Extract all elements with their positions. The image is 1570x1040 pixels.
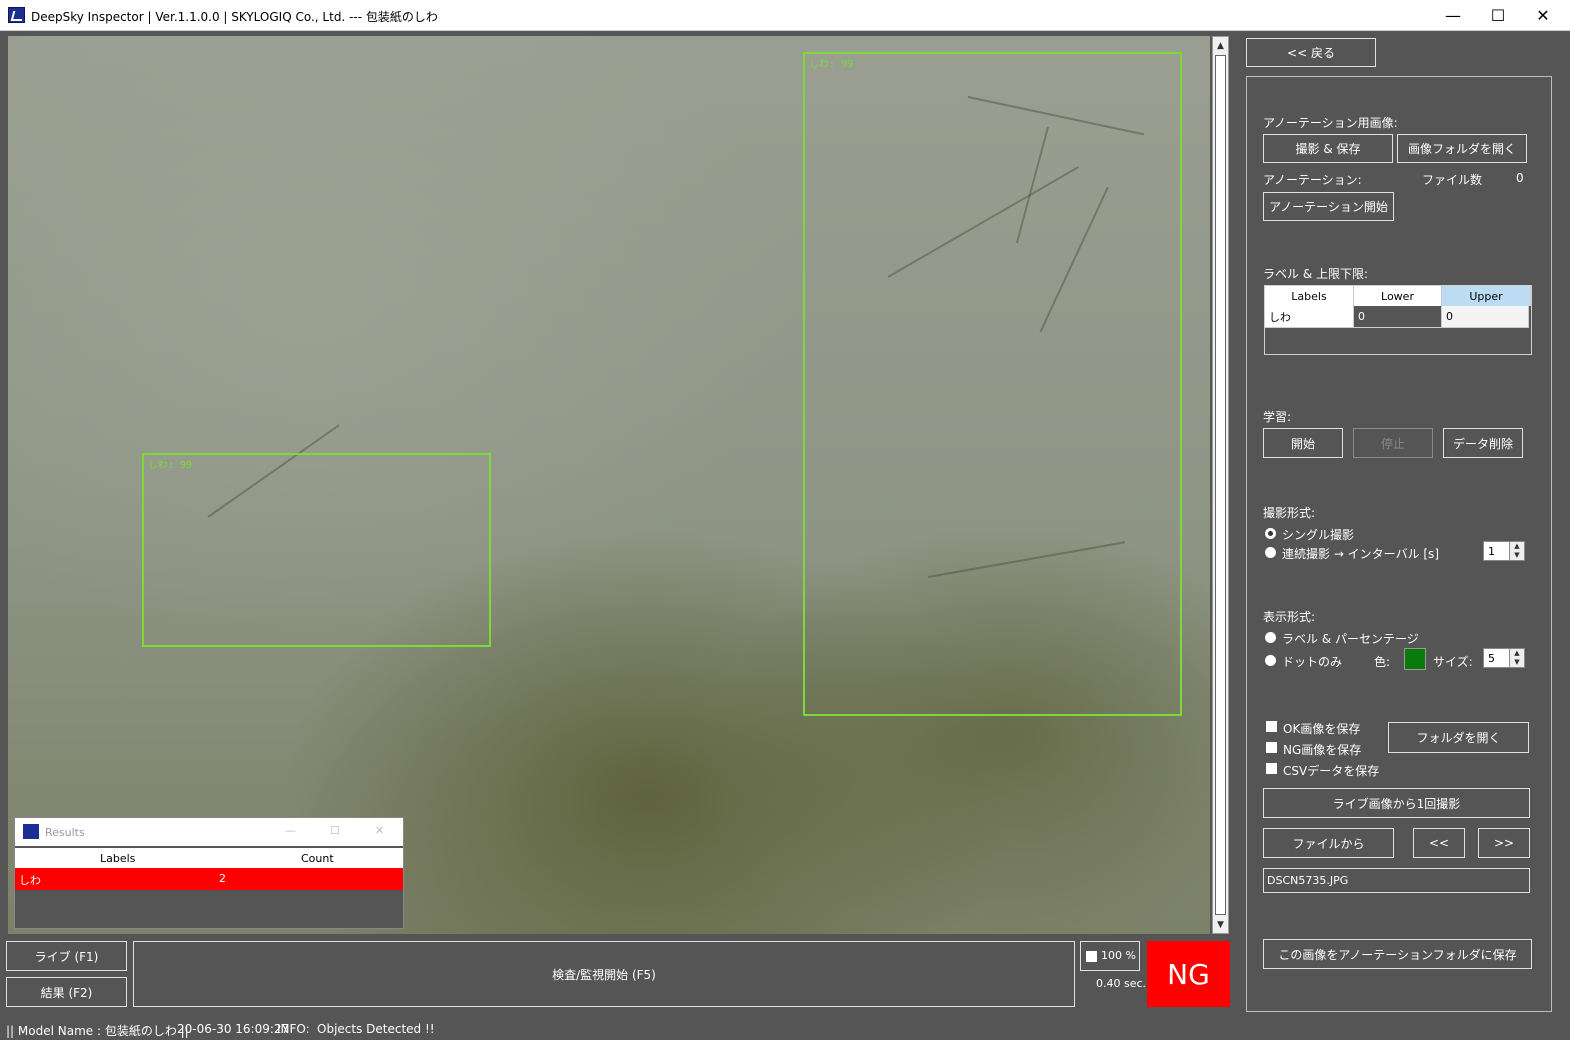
image-scrollbar[interactable]: ▲ ▼ xyxy=(1212,36,1229,934)
label-limits-grid[interactable]: Labels Lower Upper しわ 0 0 xyxy=(1264,285,1532,355)
open-folder-button[interactable]: フォルダを開く xyxy=(1388,722,1529,753)
minimize-icon[interactable]: — xyxy=(285,824,296,837)
detection-box[interactable]: しわ: 99 xyxy=(142,453,491,647)
results-header: Labels Count xyxy=(15,848,403,868)
title-bar: DeepSky Inspector | Ver.1.1.0.0 | SKYLOG… xyxy=(0,0,1570,31)
app-logo-icon xyxy=(8,7,25,23)
open-image-folder-button[interactable]: 画像フォルダを開く xyxy=(1397,134,1527,163)
result-button[interactable]: 結果 (F2) xyxy=(6,977,127,1007)
single-capture-radio[interactable] xyxy=(1265,528,1276,539)
scroll-down-icon[interactable]: ▼ xyxy=(1213,917,1228,932)
dot-color-swatch[interactable] xyxy=(1404,648,1426,670)
data-delete-button[interactable]: データ削除 xyxy=(1443,428,1523,458)
capture-once-button[interactable]: ライブ画像から1回撮影 xyxy=(1263,788,1530,818)
live-button[interactable]: ライブ (F1) xyxy=(6,941,127,971)
display-mode-label: 表示形式: xyxy=(1263,610,1316,624)
results-col-count: Count xyxy=(301,852,334,865)
label-limits-label: ラベル & 上限下限: xyxy=(1263,267,1369,281)
window-title: DeepSky Inspector | Ver.1.1.0.0 | SKYLOG… xyxy=(31,10,438,24)
save-ok-checkbox[interactable] xyxy=(1266,721,1277,732)
results-title: Results xyxy=(45,826,85,839)
color-label: 色: xyxy=(1374,655,1391,669)
grid-col-lower[interactable]: Lower xyxy=(1354,286,1442,306)
save-csv-checkbox[interactable] xyxy=(1266,763,1277,774)
zoom-checkbox[interactable] xyxy=(1086,951,1097,962)
stepper-arrows-icon[interactable]: ▲ ▼ xyxy=(1509,542,1524,560)
maximize-button[interactable]: ☐ xyxy=(1475,0,1521,31)
learn-start-button[interactable]: 開始 xyxy=(1263,428,1343,458)
save-ok-label: OK画像を保存 xyxy=(1283,722,1361,736)
grid-cell-upper[interactable]: 0 xyxy=(1442,306,1529,328)
scroll-thumb[interactable] xyxy=(1215,55,1226,915)
zoom-toggle[interactable]: 100 % xyxy=(1080,941,1140,971)
capture-mode-label: 撮影形式: xyxy=(1263,506,1316,520)
label-percent-radio[interactable] xyxy=(1265,632,1276,643)
next-image-button[interactable]: >> xyxy=(1478,828,1530,858)
results-cell-label: しわ xyxy=(19,874,41,887)
interval-stepper[interactable]: 1 ▲ ▼ xyxy=(1483,541,1525,561)
file-count-label: ファイル数 xyxy=(1422,173,1483,187)
results-window: Results — ☐ ✕ Labels Count しわ 2 xyxy=(14,817,404,929)
from-file-button[interactable]: ファイルから xyxy=(1263,828,1394,858)
size-stepper[interactable]: 5 ▲ ▼ xyxy=(1483,648,1525,668)
annot-image-label: アノーテーション用画像: xyxy=(1263,116,1398,130)
close-icon[interactable]: ✕ xyxy=(375,824,384,837)
detection-label: しわ: 99 xyxy=(809,59,854,70)
scroll-up-icon[interactable]: ▲ xyxy=(1213,38,1228,53)
dot-only-label: ドットのみ xyxy=(1282,655,1343,669)
status-bar: || Model Name : 包装紙のしわ || 20-06-30 16:09… xyxy=(0,1018,1570,1040)
learn-stop-button[interactable]: 停止 xyxy=(1353,428,1433,458)
grid-cell-lower[interactable]: 0 xyxy=(1354,306,1442,328)
annotation-start-button[interactable]: アノーテーション開始 xyxy=(1263,192,1394,221)
verdict-badge: NG xyxy=(1147,941,1230,1007)
results-col-labels: Labels xyxy=(100,852,136,865)
results-cell-count: 2 xyxy=(219,872,226,885)
continuous-capture-radio[interactable] xyxy=(1265,547,1276,558)
annotation-label: アノーテーション: xyxy=(1263,173,1362,187)
detection-box[interactable]: しわ: 99 xyxy=(803,52,1182,716)
size-label: サイズ: xyxy=(1433,655,1473,669)
maximize-icon[interactable]: ☐ xyxy=(330,824,340,837)
status-model: || Model Name : 包装紙のしわ || xyxy=(6,1024,189,1038)
grid-cell-label[interactable]: しわ xyxy=(1265,306,1354,328)
interval-value: 1 xyxy=(1488,545,1495,558)
single-capture-label: シングル撮影 xyxy=(1282,528,1355,542)
stepper-arrows-icon[interactable]: ▲ ▼ xyxy=(1509,649,1524,667)
status-timestamp: 20-06-30 16:09:27 xyxy=(177,1022,290,1036)
app-logo-icon xyxy=(23,824,39,839)
save-ng-label: NG画像を保存 xyxy=(1283,743,1362,757)
file-name-field[interactable]: DSCN5735.JPG xyxy=(1263,868,1530,893)
prev-image-button[interactable]: << xyxy=(1413,828,1465,858)
minimize-button[interactable]: — xyxy=(1430,0,1476,31)
save-csv-label: CSVデータを保存 xyxy=(1283,764,1380,778)
grid-col-labels[interactable]: Labels xyxy=(1265,286,1354,306)
elapsed-time: 0.40 sec. xyxy=(1096,977,1147,990)
zoom-value: 100 % xyxy=(1101,949,1136,962)
grid-col-upper[interactable]: Upper xyxy=(1442,286,1531,306)
inspection-image: しわ: 99 しわ: 99 xyxy=(8,36,1210,934)
status-info-text: Objects Detected !! xyxy=(317,1022,435,1036)
table-row[interactable]: しわ 2 xyxy=(15,868,403,890)
start-inspection-button[interactable]: 検査/監視開始 (F5) xyxy=(133,941,1075,1007)
continuous-capture-label: 連続撮影 → インターバル [s] xyxy=(1282,547,1439,561)
results-title-bar: Results — ☐ ✕ xyxy=(15,818,403,846)
capture-save-button[interactable]: 撮影 & 保存 xyxy=(1263,134,1393,163)
label-percent-label: ラベル & パーセンテージ xyxy=(1282,632,1419,646)
save-to-annotation-button[interactable]: この画像をアノーテーションフォルダに保存 xyxy=(1263,939,1532,969)
close-button[interactable]: ✕ xyxy=(1520,0,1566,31)
status-info-label: INFO: xyxy=(277,1022,310,1036)
dot-only-radio[interactable] xyxy=(1265,655,1276,666)
save-ng-checkbox[interactable] xyxy=(1266,742,1277,753)
back-button[interactable]: << 戻る xyxy=(1246,38,1376,67)
size-value: 5 xyxy=(1488,652,1495,665)
learning-label: 学習: xyxy=(1263,410,1292,424)
file-count-value: 0 xyxy=(1516,171,1524,185)
detection-label: しわ: 99 xyxy=(148,460,193,471)
